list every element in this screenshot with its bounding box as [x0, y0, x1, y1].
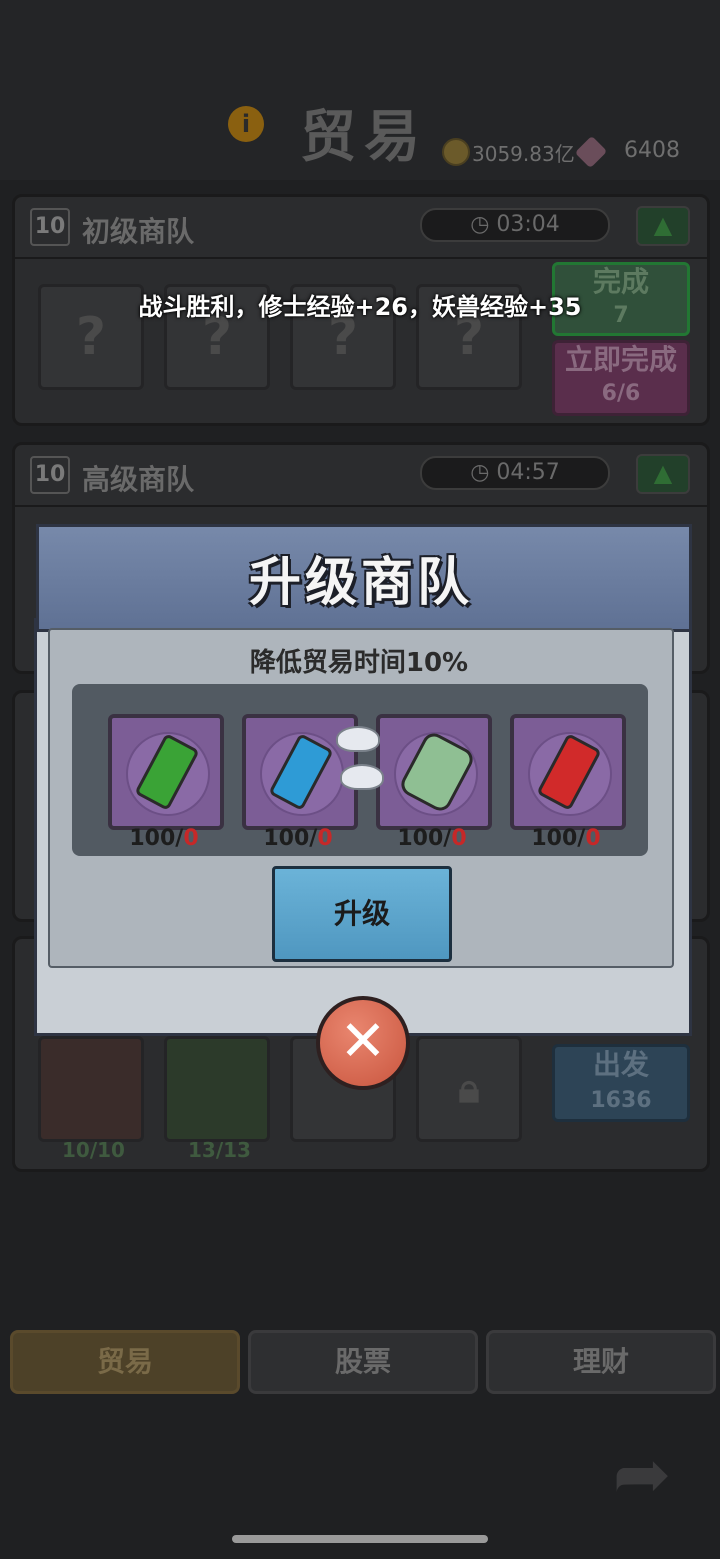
count-have: 0 [451, 826, 467, 851]
modal-title: 升级商队 [248, 552, 473, 613]
home-indicator [232, 1535, 488, 1543]
silver-ingot-icon [336, 726, 380, 752]
close-button[interactable]: ✕ [316, 996, 410, 1090]
slot-count: 10/10 [62, 1138, 125, 1162]
cargo-slot-ginseng[interactable] [38, 1036, 144, 1142]
upgrade-arrow-button[interactable]: ▲ [636, 454, 690, 494]
silver-ingot-icon [340, 764, 384, 790]
count-need: 100/ [531, 826, 586, 851]
depart-label: 出发 [592, 1048, 649, 1081]
caravan-level-badge: 10 [30, 208, 70, 246]
info-icon[interactable]: i [228, 106, 264, 142]
tab-stocks[interactable]: 股票 [248, 1330, 478, 1394]
locked-slot: 🔒︎ [416, 1036, 522, 1142]
slot-count: 13/13 [188, 1138, 251, 1162]
material-item[interactable] [510, 714, 626, 830]
arrow-up-icon: ▲ [653, 211, 673, 239]
count-have: 0 [585, 826, 601, 851]
upgrade-button[interactable]: 升级 [272, 866, 452, 962]
gem-amount: 6408 [624, 138, 680, 163]
coin-amount: 3059.83亿 [472, 142, 575, 166]
caravan-timer: ◷ 04:57 [420, 456, 610, 490]
page-title: 贸易 [300, 104, 428, 170]
close-icon: ✕ [339, 1009, 387, 1074]
count-need: 100/ [129, 826, 184, 851]
timer-text: 03:04 [496, 212, 560, 237]
upgrade-description: 降低贸易时间10% [249, 648, 469, 678]
count-have: 0 [317, 826, 333, 851]
tab-finance[interactable]: 理财 [486, 1330, 716, 1394]
lock-icon: 🔒︎ [458, 1066, 480, 1112]
depart-button[interactable]: 出发 1636 [552, 1044, 690, 1122]
cargo-slot-herb[interactable] [164, 1036, 270, 1142]
clock-icon: ◷ [470, 212, 497, 237]
count-have: 0 [183, 826, 199, 851]
caravan-level-badge: 10 [30, 456, 70, 494]
caravan-name: 初级商队 [82, 215, 195, 248]
instant-count: 6/6 [601, 381, 641, 406]
material-count: 100/0 [104, 826, 224, 851]
instant-label: 立即完成 [564, 343, 677, 376]
material-count: 100/0 [372, 826, 492, 851]
material-item[interactable] [376, 714, 492, 830]
count-need: 100/ [263, 826, 318, 851]
material-item[interactable] [108, 714, 224, 830]
count-need: 100/ [397, 826, 452, 851]
arrow-up-icon: ▲ [653, 459, 673, 487]
upgrade-arrow-button[interactable]: ▲ [636, 206, 690, 246]
battle-toast: 战斗胜利，修士经验+26，妖兽经验+35 [138, 293, 582, 321]
timer-text: 04:57 [496, 460, 560, 485]
clock-icon: ◷ [470, 460, 497, 485]
share-arrow-icon[interactable]: ➦ [606, 1438, 678, 1510]
caravan-name: 高级商队 [82, 463, 195, 496]
coin-icon [442, 138, 470, 166]
instant-complete-button[interactable]: 立即完成 6/6 [552, 340, 690, 416]
material-count: 100/0 [506, 826, 626, 851]
depart-cost: 1636 [590, 1088, 652, 1113]
tab-trade[interactable]: 贸易 [10, 1330, 240, 1394]
material-count: 100/0 [238, 826, 358, 851]
caravan-timer: ◷ 03:04 [420, 208, 610, 242]
